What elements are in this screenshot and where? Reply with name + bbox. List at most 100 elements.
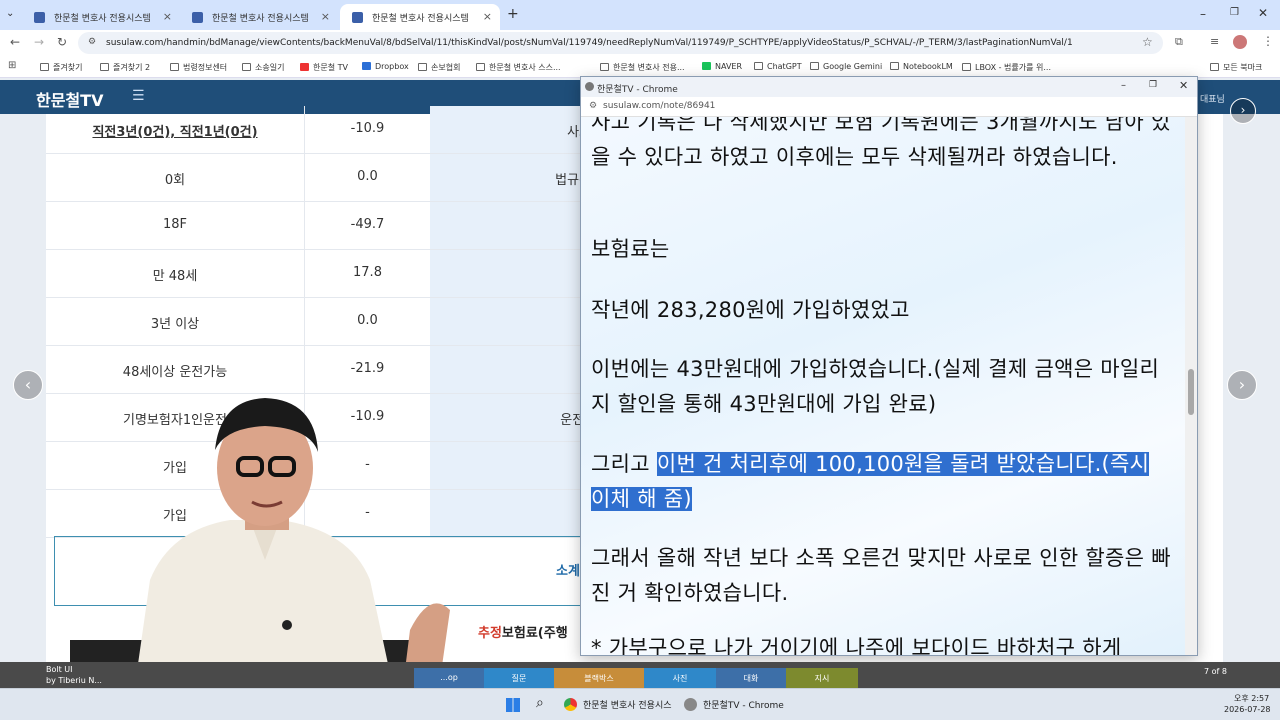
close-icon[interactable]: × (321, 10, 330, 23)
bookmark-item[interactable]: 한문철 변호사 전용... (600, 62, 685, 73)
tab-menu-icon[interactable]: ≡ (1210, 35, 1219, 48)
note-content: 사고 기록은 다 삭제했지만 보험 기록원에는 3개월까지도 남아 있을 수 있… (581, 117, 1187, 656)
popup-address-bar[interactable]: ⚙ susulaw.com/note/86941 (581, 97, 1197, 117)
bottom-tab[interactable]: 질문 (484, 668, 554, 688)
popup-url: susulaw.com/note/86941 (603, 101, 716, 111)
bookmark-label: NAVER (715, 62, 743, 71)
chatgpt-icon (754, 62, 763, 70)
notebook-icon (890, 62, 899, 70)
user-menu[interactable]: 대표님 (1200, 92, 1225, 105)
apps-grid-icon[interactable]: ⊞ (8, 60, 16, 71)
extensions-icon[interactable]: ⧉ (1175, 35, 1183, 49)
next-slide-button-top[interactable]: › (1230, 98, 1256, 124)
scrollbar-thumb[interactable] (1188, 369, 1194, 415)
browser-tab-bar: ⌄ 한문철 변호사 전용시스템 × 한문철 변호사 전용시스템 × 한문철 변호사 … (0, 0, 1280, 30)
bookmark-star-icon[interactable]: ☆ (1142, 35, 1153, 49)
bookmark-item[interactable]: ChatGPT (754, 62, 802, 71)
close-icon[interactable]: × (483, 10, 492, 23)
table-row: 만 48세 17.8 운전자 (46, 250, 646, 298)
bookmark-item[interactable]: 한문철 변호사 스스... (476, 62, 561, 73)
restore-icon[interactable]: ❐ (1149, 80, 1157, 90)
prev-slide-button[interactable]: ‹ (13, 370, 43, 400)
estimate-text: 보험료(주행 (501, 626, 568, 641)
windows-start-icon[interactable] (506, 698, 520, 712)
selected-text[interactable]: 이번 건 처리후에 100,100원을 돌려 받았습니다.(즉시 이체 해 줌) (591, 452, 1150, 511)
tab-search-icon[interactable]: ⌄ (6, 8, 14, 19)
bookmark-label: ChatGPT (767, 62, 802, 71)
more-menu-icon[interactable]: ⋮ (1262, 34, 1274, 48)
forward-icon[interactable]: → (34, 35, 44, 49)
site-info-icon[interactable]: ⚙ (589, 101, 597, 111)
bookmark-item[interactable]: 법령정보센터 (170, 62, 227, 73)
tab-label: 한문철 변호사 전용시스템 (54, 14, 151, 24)
avatar[interactable] (1233, 35, 1247, 49)
slide-control-strip: Bolt UI by Tiberiu N... ...op 질문 블랙박스 사진… (0, 662, 1280, 688)
bookmark-item[interactable]: NAVER (702, 62, 742, 71)
bottom-tab[interactable]: 지시 (786, 668, 858, 688)
site-favicon-icon (600, 63, 609, 71)
bookmark-item[interactable]: 손보협회 (418, 62, 460, 73)
bookmark-label: NotebookLM (903, 62, 953, 71)
note-paragraph: 작년에 283,280원에 가입하였었고 (591, 298, 910, 322)
bookmark-item[interactable]: Dropbox (362, 62, 409, 71)
table-cell-value: -49.7 (304, 202, 430, 249)
note-paragraph: 이번에는 43만원대에 가입하였습니다.(실제 결제 금액은 마일리지 할인을 … (591, 357, 1160, 416)
table-cell-label: 0회 (164, 173, 186, 188)
site-info-icon[interactable]: ⚙ (88, 37, 96, 47)
new-tab-icon[interactable]: + (507, 6, 519, 22)
bookmark-item[interactable]: 소송일기 (242, 62, 284, 73)
clock-time[interactable]: 오후 2:57 (1234, 693, 1269, 704)
bottom-tab[interactable]: 사진 (644, 668, 716, 688)
lbox-icon (962, 63, 971, 71)
restore-icon[interactable]: ❐ (1230, 7, 1239, 18)
bookmark-label: LBOX - 법률가를 위... (975, 63, 1052, 72)
browser-tab-1[interactable]: 한문철 변호사 전용시스템 × (22, 4, 180, 30)
window-close-icon[interactable]: ✕ (1258, 6, 1268, 20)
bookmark-item[interactable]: 한문철 TV (300, 62, 348, 73)
popup-scrollbar[interactable] (1185, 117, 1197, 655)
address-bar[interactable]: ⚙ susulaw.com/handmin/bdManage/viewConte… (78, 32, 1163, 54)
gemini-icon (810, 62, 819, 70)
note-paragraph: * 가부구으로 나가 거이기에 나주에 보다이드 바하처구 하게 (591, 636, 1122, 656)
taskbar-app-chrome-active[interactable]: 한문철TV - Chrome (684, 698, 784, 711)
search-icon[interactable]: ⌕ (536, 695, 544, 711)
taskbar-app-chrome[interactable]: 한문철 변호사 전용시스 (564, 698, 672, 711)
site-favicon-icon (34, 12, 45, 23)
folder-icon (170, 63, 179, 71)
bookmark-label: Dropbox (375, 62, 409, 71)
bookmarks-bar: ⊞ 즐겨찾기 즐겨찾기 2 법령정보센터 소송일기 한문철 TV Dropbox… (0, 56, 1280, 78)
minimize-icon[interactable]: – (1200, 7, 1206, 21)
table-cell-label: 직전3년(0건), 직전1년(0건) (92, 125, 258, 140)
lapel-mic-icon (282, 620, 292, 630)
close-icon[interactable]: × (163, 10, 172, 23)
taskbar: ⌕ 한문철 변호사 전용시스 한문철TV - Chrome 오후 2:57 20… (0, 688, 1280, 720)
bookmark-item[interactable]: LBOX - 법률가를 위... (962, 62, 1051, 73)
bookmark-item[interactable]: 즐겨찾기 (40, 62, 82, 73)
bookmark-item[interactable]: Google Gemini (810, 62, 882, 71)
clock-date[interactable]: 2026-07-28 (1224, 705, 1271, 714)
bottom-tab[interactable]: 블랙박스 (554, 668, 644, 688)
tab-label: 한문철 변호사 전용시스템 (372, 14, 469, 24)
popup-titlebar: 한문철TV - Chrome – ❐ ✕ (581, 77, 1197, 97)
table-cell-value: -10.9 (304, 106, 430, 153)
window-close-icon[interactable]: ✕ (1179, 79, 1188, 92)
bookmark-item[interactable]: 즐겨찾기 2 (100, 62, 150, 73)
next-slide-button[interactable]: › (1227, 370, 1257, 400)
browser-tab-2[interactable]: 한문철 변호사 전용시스템 × (180, 4, 338, 30)
note-paragraph: 보험료는 (591, 237, 670, 261)
note-text: 그리고 (591, 452, 657, 476)
menu-icon[interactable]: ☰ (132, 88, 145, 104)
bottom-tab[interactable]: 대화 (716, 668, 786, 688)
site-favicon-icon (585, 82, 594, 91)
reload-icon[interactable]: ↻ (57, 35, 67, 49)
bottom-tab[interactable]: ...op (414, 668, 484, 688)
tab-label: 한문철 변호사 전용시스템 (212, 14, 309, 24)
all-bookmarks[interactable]: 모든 북마크 (1210, 62, 1262, 73)
dropbox-icon (362, 62, 371, 70)
minimize-icon[interactable]: – (1121, 80, 1126, 91)
table-cell-value: 0.0 (304, 154, 430, 201)
estimate-prefix: 추정 (478, 626, 502, 641)
bookmark-item[interactable]: NotebookLM (890, 62, 953, 71)
back-icon[interactable]: ← (10, 35, 20, 49)
browser-tab-3[interactable]: 한문철 변호사 전용시스템 × (340, 4, 500, 30)
